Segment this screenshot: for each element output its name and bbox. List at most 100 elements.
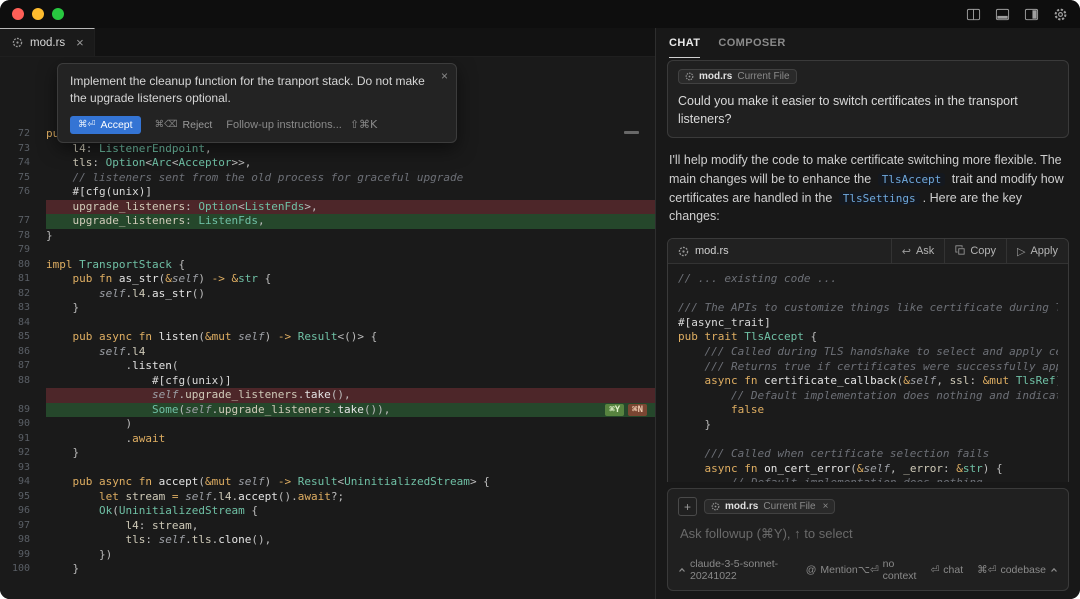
context-chip[interactable]: mod.rs Current File × [704, 499, 835, 514]
line-number: 77 [0, 214, 46, 229]
followup-instructions-button[interactable]: Follow-up instructions... ⇧⌘K [226, 118, 377, 131]
toggle-secondary-sidebar-icon[interactable] [1024, 7, 1039, 22]
codebase-submit-button[interactable]: ⌘⏎ codebase [977, 564, 1058, 576]
code-line: 95 let stream = self.l4.accept().await?; [0, 490, 655, 505]
ask-arrow-icon: ↩ [902, 245, 911, 258]
code-line: 97 l4: stream, [0, 519, 655, 534]
no-context-button[interactable]: ⌥⏎ no context [858, 558, 917, 582]
user-message: mod.rs Current File Could you make it ea… [667, 60, 1069, 138]
code-line: 98 tls: self.tls.clone(), [0, 533, 655, 548]
line-number: 78 [0, 229, 46, 244]
line-number: 83 [0, 301, 46, 316]
line-number: 100 [0, 562, 46, 577]
line-number: 93 [0, 461, 46, 476]
ask-button[interactable]: ↩ Ask [891, 239, 945, 263]
model-selector[interactable]: claude-3-5-sonnet-20241022 [678, 558, 792, 582]
tab-composer[interactable]: COMPOSER [718, 28, 785, 58]
code-line: 100 } [0, 562, 655, 577]
settings-gear-icon[interactable] [1053, 7, 1068, 22]
code-line: 91 .await [0, 432, 655, 447]
mention-button[interactable]: @ Mention [806, 564, 858, 576]
tab-close-icon[interactable]: × [76, 35, 84, 50]
code-line: /// Called when certificate selection fa… [678, 447, 1058, 462]
zoom-window-button[interactable] [52, 8, 64, 20]
code-line: 84 [0, 316, 655, 331]
line-number: 95 [0, 490, 46, 505]
code-line: /// The APIs to customize things like ce… [678, 301, 1058, 316]
line-number [0, 200, 46, 215]
context-chip[interactable]: mod.rs Current File [678, 69, 797, 84]
popup-close-icon[interactable]: × [441, 69, 448, 83]
followup-shortcut: ⇧⌘K [350, 118, 377, 131]
copy-icon [955, 245, 965, 258]
chip-filename: mod.rs [725, 501, 758, 512]
code-block-header: mod.rs ↩ Ask Copy [668, 239, 1068, 264]
code-line: 89 Some(self.upgrade_listeners.take()),⌘… [0, 403, 655, 418]
code-line: 86 self.l4 [0, 345, 655, 360]
chip-filename: mod.rs [699, 71, 732, 82]
code-line: 77 upgrade_listeners: ListenFds, [0, 214, 655, 229]
line-number: 99 [0, 548, 46, 563]
chip-close-icon[interactable]: × [823, 501, 829, 512]
chat-submit-button[interactable]: ⏎ chat [930, 564, 963, 576]
assistant-message-text: I'll help modify the code to make certif… [669, 151, 1067, 226]
line-number [0, 388, 46, 403]
add-context-button[interactable]: + [678, 497, 697, 516]
code-line: 76 #[cfg(unix)] [0, 185, 655, 200]
minimize-window-button[interactable] [32, 8, 44, 20]
tab-chat[interactable]: CHAT [669, 28, 700, 58]
accept-button[interactable]: ⌘⏎ Accept [70, 116, 141, 134]
line-number: 97 [0, 519, 46, 534]
line-number: 81 [0, 272, 46, 287]
followup-input[interactable]: Ask followup (⌘Y), ↑ to select [680, 526, 1058, 542]
rust-file-icon [685, 72, 694, 81]
apply-play-icon: ▷ [1017, 245, 1025, 258]
toggle-panel-icon[interactable] [995, 7, 1010, 22]
chat-input-box[interactable]: + mod.rs Current File × Ask followup (⌘Y… [667, 488, 1069, 591]
diff-reject-badge[interactable]: ⌘N [628, 404, 647, 416]
line-number: 82 [0, 287, 46, 302]
code-block-body: // ... existing code ... /// The APIs to… [668, 264, 1068, 482]
user-message-text: Could you make it easier to switch certi… [678, 93, 1058, 128]
code-line: self.upgrade_listeners.take(), [0, 388, 655, 403]
code-line [678, 287, 1058, 302]
reject-shortcut: ⌘⌫ [155, 119, 178, 130]
accept-shortcut: ⌘⏎ [78, 119, 95, 130]
line-number: 90 [0, 417, 46, 432]
line-number: 96 [0, 504, 46, 519]
code-line: 82 self.l4.as_str() [0, 287, 655, 302]
copy-button[interactable]: Copy [944, 239, 1006, 263]
line-number: 98 [0, 533, 46, 548]
rust-file-icon [711, 502, 720, 511]
code-line: 80impl TransportStack { [0, 258, 655, 273]
scrollbar-decoration [624, 131, 639, 134]
chat-history[interactable]: mod.rs Current File Could you make it ea… [656, 58, 1080, 482]
line-number: 94 [0, 475, 46, 490]
code-line: 93 [0, 461, 655, 476]
code-line: // Default implementation does nothing a… [678, 389, 1058, 404]
reject-button[interactable]: ⌘⌫ Reject [155, 119, 213, 131]
tab-mod-rs[interactable]: mod.rs × [0, 28, 95, 56]
line-number: 92 [0, 446, 46, 461]
diff-accept-badge[interactable]: ⌘Y [605, 404, 624, 416]
split-editor-icon[interactable] [966, 7, 981, 22]
code-line: 81 pub fn as_str(&self) -> &str { [0, 272, 655, 287]
code-line: #[async_trait] [678, 316, 1058, 331]
line-number: 88 [0, 374, 46, 389]
rust-file-icon [678, 246, 689, 257]
editor-pane: mod.rs × 72pub(crate) struct TransportSt… [0, 28, 655, 599]
code-editor[interactable]: 72pub(crate) struct TransportStack {73 l… [0, 57, 655, 599]
chevron-up-icon [1050, 566, 1058, 574]
code-line: async fn certificate_callback(&self, ssl… [678, 374, 1058, 389]
code-line: // Default implementation does nothing [678, 476, 1058, 482]
code-line: async fn on_cert_error(&self, _error: &s… [678, 462, 1058, 477]
line-number: 72 [0, 127, 46, 142]
code-block-filename: mod.rs [678, 245, 729, 257]
app-window: mod.rs × 72pub(crate) struct TransportSt… [0, 0, 1080, 599]
apply-button[interactable]: ▷ Apply [1006, 239, 1068, 263]
chevron-up-icon [678, 566, 686, 574]
input-toolbar: claude-3-5-sonnet-20241022 @ Mention ⌥⏎ … [678, 556, 1058, 584]
code-line: 87 .listen( [0, 359, 655, 374]
close-window-button[interactable] [12, 8, 24, 20]
code-line: 75 // listeners sent from the old proces… [0, 171, 655, 186]
